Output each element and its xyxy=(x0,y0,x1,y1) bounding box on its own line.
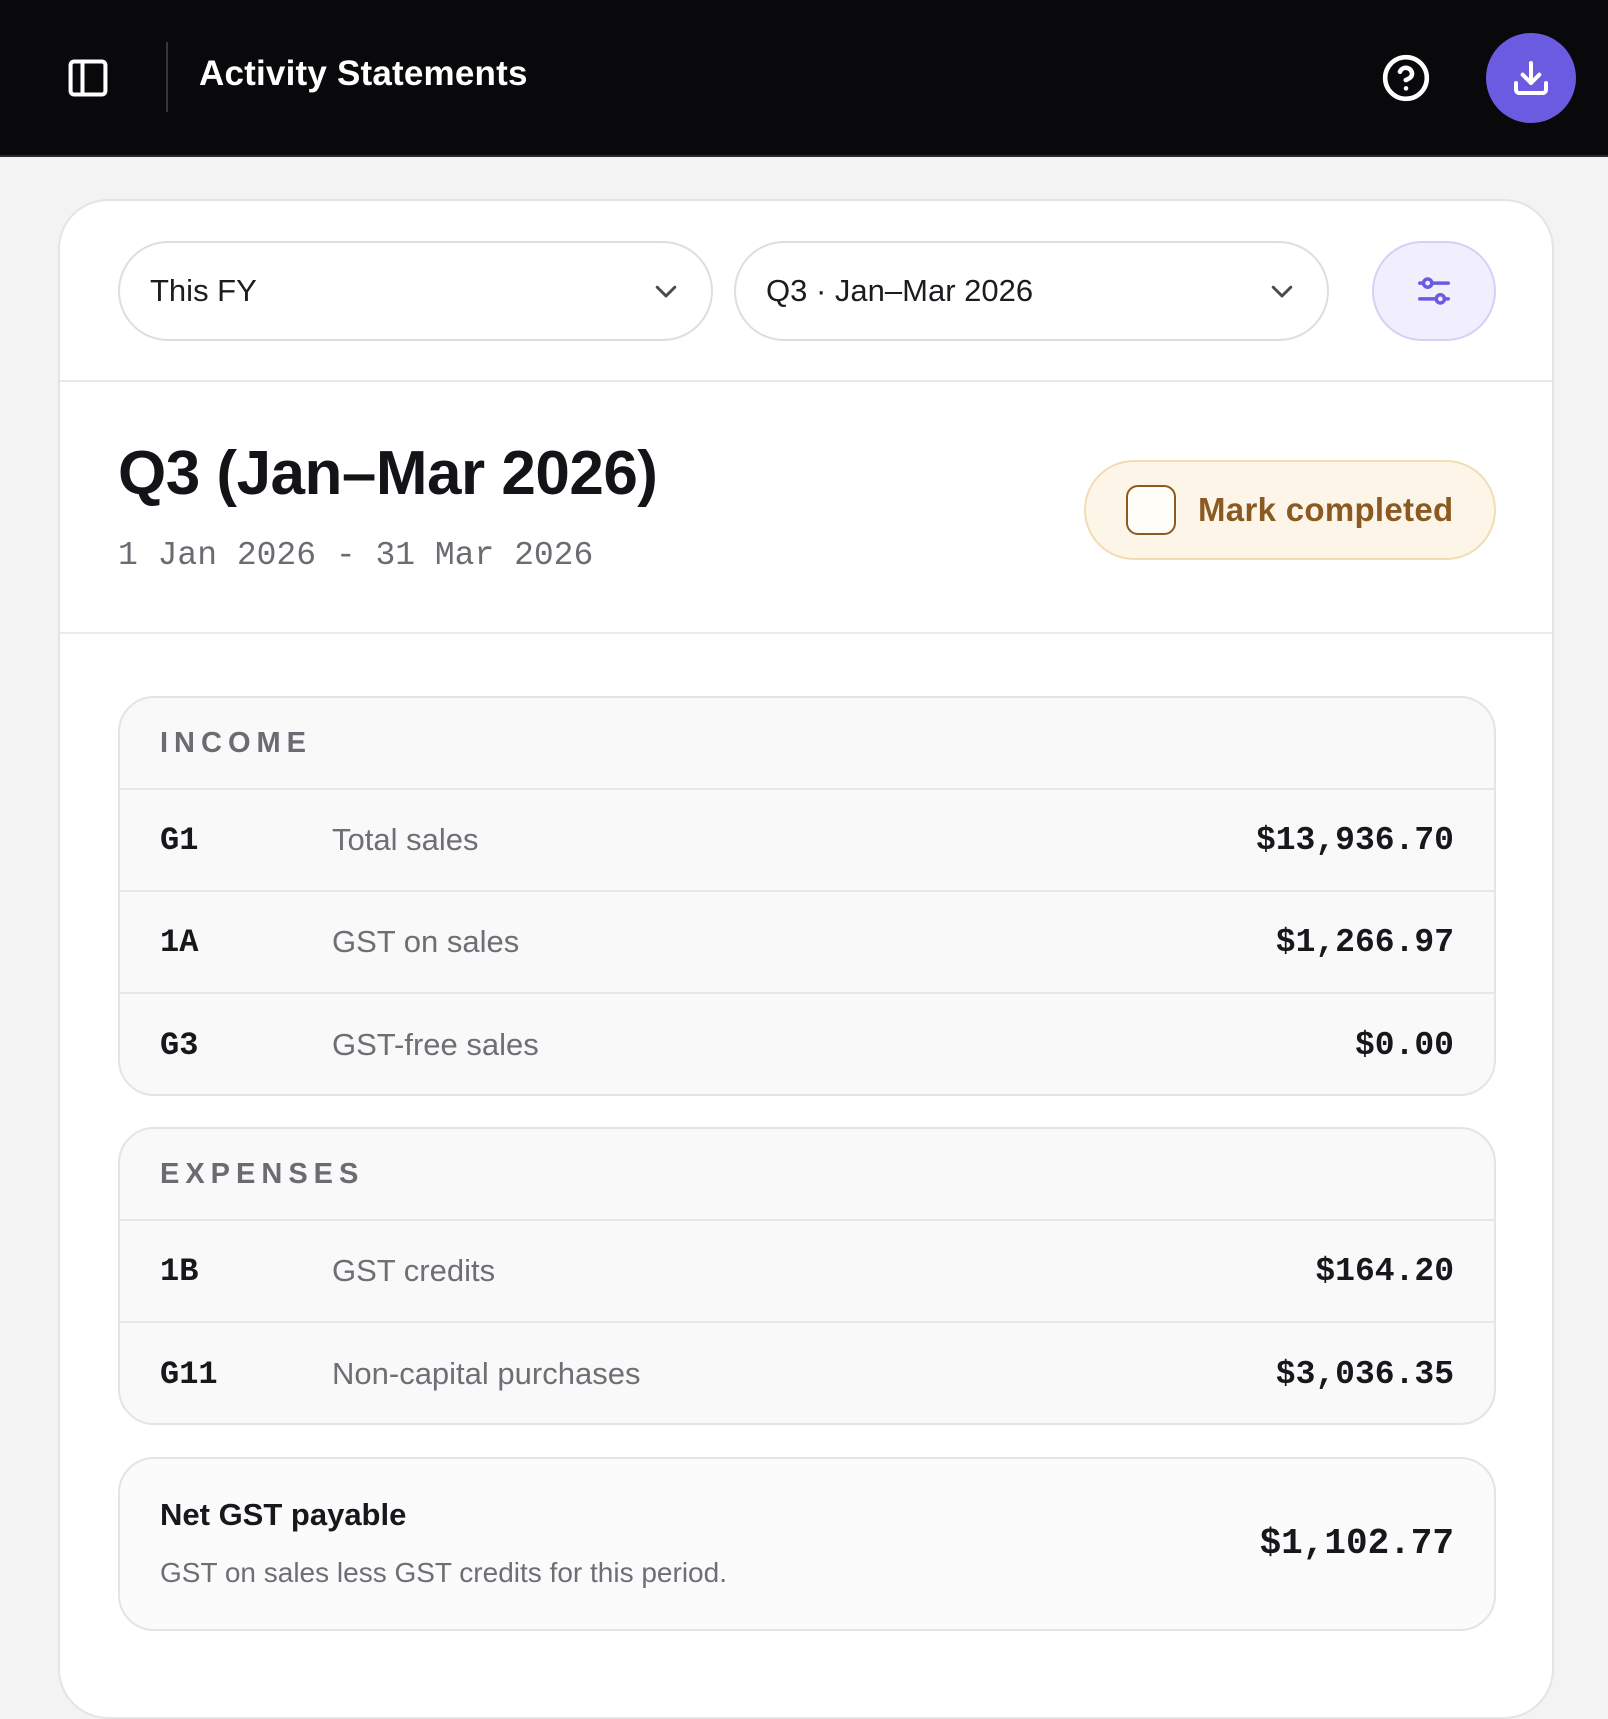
row-code: G11 xyxy=(160,1355,218,1393)
period-title: Q3 (Jan–Mar 2026) xyxy=(118,439,658,508)
period-date-range: 1 Jan 2026 - 31 Mar 2026 xyxy=(118,537,594,574)
table-row: G3 GST-free sales $0.00 xyxy=(120,994,1494,1094)
net-gst-description: GST on sales less GST credits for this p… xyxy=(160,1557,727,1588)
section-heading: EXPENSES xyxy=(120,1129,1494,1221)
row-amount: $164.20 xyxy=(1315,1252,1454,1290)
row-label: GST-free sales xyxy=(332,1027,539,1062)
mark-completed-button[interactable]: Mark completed xyxy=(1084,460,1496,560)
help-button[interactable] xyxy=(1376,48,1436,108)
table-row: G1 Total sales $13,936.70 xyxy=(120,790,1494,892)
sliders-icon xyxy=(1418,277,1450,305)
sidebar-toggle-button[interactable] xyxy=(58,48,118,108)
row-amount: $0.00 xyxy=(1354,1026,1454,1064)
table-row: G11 Non-capital purchases $3,036.35 xyxy=(120,1323,1494,1423)
filter-settings-button[interactable] xyxy=(1372,241,1496,341)
filter-bar: This FY Q3 · Jan–Mar 2026 xyxy=(60,201,1552,382)
row-code: G1 xyxy=(160,821,199,859)
net-gst-title: Net GST payable xyxy=(160,1497,407,1532)
table-row: 1A GST on sales $1,266.97 xyxy=(120,892,1494,994)
top-bar: Activity Statements xyxy=(0,0,1608,157)
quarter-select[interactable]: Q3 · Jan–Mar 2026 xyxy=(734,241,1329,341)
download-button[interactable] xyxy=(1486,33,1576,123)
table-row: 1B GST credits $164.20 xyxy=(120,1221,1494,1323)
income-section: INCOME G1 Total sales $13,936.70 1A GST … xyxy=(118,696,1496,1096)
chevron-down-icon xyxy=(1271,285,1293,298)
row-amount: $3,036.35 xyxy=(1275,1355,1454,1393)
row-amount: $1,266.97 xyxy=(1275,923,1454,961)
chevron-down-icon xyxy=(655,285,677,298)
net-gst-amount: $1,102.77 xyxy=(1259,1523,1454,1564)
row-label: GST on sales xyxy=(332,924,520,959)
row-label: GST credits xyxy=(332,1253,496,1288)
expenses-heading: EXPENSES xyxy=(160,1157,365,1190)
income-heading: INCOME xyxy=(160,726,312,759)
row-code: G3 xyxy=(160,1026,199,1064)
download-icon xyxy=(1514,61,1548,95)
completed-checkbox[interactable] xyxy=(1126,485,1176,535)
help-circle-icon xyxy=(1382,54,1430,102)
row-code: 1B xyxy=(160,1252,199,1290)
financial-year-select[interactable]: This FY xyxy=(118,241,713,341)
statement-card: This FY Q3 · Jan–Mar 2026 Q3 (Jan–Mar 20… xyxy=(58,199,1554,1719)
row-code: 1A xyxy=(160,923,199,961)
quarter-value: Q3 · Jan–Mar 2026 xyxy=(766,273,1034,308)
section-heading: INCOME xyxy=(120,698,1494,790)
expenses-section: EXPENSES 1B GST credits $164.20 G11 Non-… xyxy=(118,1127,1496,1425)
row-amount: $13,936.70 xyxy=(1255,821,1454,859)
mark-completed-label: Mark completed xyxy=(1198,491,1454,528)
page-title: Activity Statements xyxy=(199,54,528,93)
period-header: Q3 (Jan–Mar 2026) 1 Jan 2026 - 31 Mar 20… xyxy=(60,382,1552,634)
row-label: Non-capital purchases xyxy=(332,1356,641,1391)
financial-year-value: This FY xyxy=(150,273,257,308)
sidebar-toggle-icon xyxy=(68,59,108,97)
header-divider xyxy=(166,42,168,112)
net-gst-summary: Net GST payable GST on sales less GST cr… xyxy=(118,1457,1496,1631)
row-label: Total sales xyxy=(332,822,479,857)
